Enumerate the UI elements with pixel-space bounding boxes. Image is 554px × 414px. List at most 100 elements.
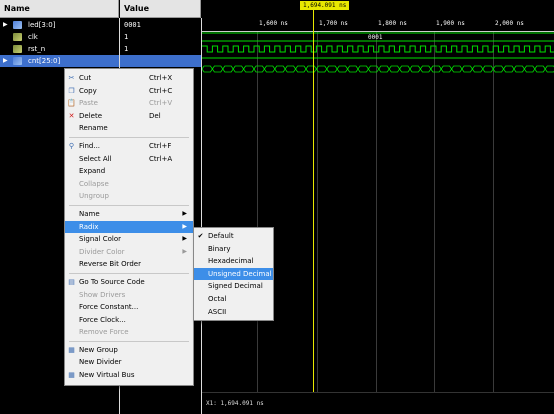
radix-item-label: ASCII xyxy=(208,307,227,316)
source-code-icon: ▤ xyxy=(68,277,75,286)
signal-row-rst-n[interactable]: rst_n 1 xyxy=(0,43,201,55)
radix-item-binary[interactable]: Binary xyxy=(194,243,273,256)
menu-item-signal-color[interactable]: Signal Color ▶ xyxy=(65,233,193,246)
time-ruler[interactable]: 1,600 ns 1,700 ns 1,800 ns 1,900 ns 2,00… xyxy=(202,18,554,32)
cursor-time-label: 1,694.091 ns xyxy=(300,1,350,10)
led-wave-value: 0001 xyxy=(368,34,383,41)
clk-waveform xyxy=(202,45,554,53)
bit-signal-icon xyxy=(13,45,22,53)
signal-value: 1 xyxy=(124,33,129,41)
menu-item-shortcut: Ctrl+C xyxy=(149,86,173,95)
menu-item-paste[interactable]: 📋 Paste Ctrl+V xyxy=(65,97,193,110)
checkmark-icon: ✔ xyxy=(197,232,204,240)
radix-item-label: Hexadecimal xyxy=(208,257,254,266)
menu-item-label: Remove Force xyxy=(79,328,129,337)
menu-item-label: New Virtual Bus xyxy=(79,371,135,380)
menu-item-remove-force[interactable]: Remove Force xyxy=(65,326,193,339)
menu-item-select-all[interactable]: Select All Ctrl+A xyxy=(65,153,193,166)
menu-item-label: Expand xyxy=(79,167,106,176)
radix-item-label: Signed Decimal xyxy=(208,282,263,291)
radix-item-octal[interactable]: Octal xyxy=(194,293,273,306)
tick-label: 2,000 ns xyxy=(495,20,524,27)
radix-item-label: Default xyxy=(208,232,234,240)
name-column-header[interactable]: Name xyxy=(0,0,119,18)
radix-item-signed-decimal[interactable]: Signed Decimal xyxy=(194,280,273,293)
menu-item-rename[interactable]: Rename xyxy=(65,122,193,135)
menu-item-delete[interactable]: ✕ Delete Del xyxy=(65,110,193,123)
menu-item-label: Copy xyxy=(79,86,97,95)
menu-item-reverse-bit-order[interactable]: Reverse Bit Order xyxy=(65,258,193,271)
virtual-bus-icon: ▦ xyxy=(68,371,75,380)
menu-item-shortcut: Ctrl+A xyxy=(149,154,173,163)
menu-item-label: Delete xyxy=(79,111,102,120)
signal-row-cnt[interactable]: ▶ cnt[25:0] xyxy=(0,55,201,67)
menu-item-label: Radix xyxy=(79,222,99,231)
radix-item-default[interactable]: ✔ Default xyxy=(194,230,273,243)
menu-item-collapse[interactable]: Collapse xyxy=(65,178,193,191)
binoculars-icon: ⚲ xyxy=(68,141,75,150)
signal-value: 0001 xyxy=(124,21,141,29)
menu-item-new-group[interactable]: ▦ New Group xyxy=(65,344,193,357)
menu-item-label: Rename xyxy=(79,124,108,133)
submenu-arrow-icon: ▶ xyxy=(182,235,187,243)
tick-label: 1,600 ns xyxy=(259,20,288,27)
menu-item-cut[interactable]: ✂ Cut Ctrl+X xyxy=(65,72,193,85)
tick-label: 1,800 ns xyxy=(378,20,407,27)
menu-item-label: Collapse xyxy=(79,179,109,188)
menu-item-label: Go To Source Code xyxy=(79,277,145,286)
signal-name: led[3:0] xyxy=(28,21,56,29)
cnt-waveform xyxy=(202,65,554,73)
group-icon: ▦ xyxy=(68,345,75,354)
menu-item-shortcut: Del xyxy=(149,111,161,120)
menu-item-label: Force Clock... xyxy=(79,315,126,324)
menu-item-ungroup[interactable]: Ungroup xyxy=(65,190,193,203)
menu-item-new-virtual-bus[interactable]: ▦ New Virtual Bus xyxy=(65,369,193,382)
signal-row-led[interactable]: ▶ led[3:0] 0001 xyxy=(0,19,201,31)
menu-item-label: Force Constant... xyxy=(79,303,139,312)
menu-item-new-divider[interactable]: New Divider xyxy=(65,356,193,369)
value-header-label: Value xyxy=(124,4,150,13)
menu-item-divider-color[interactable]: Divider Color ▶ xyxy=(65,246,193,259)
menu-item-force-constant[interactable]: Force Constant... xyxy=(65,301,193,314)
menu-item-label: Find... xyxy=(79,141,101,150)
time-cursor[interactable] xyxy=(313,10,314,392)
submenu-arrow-icon: ▶ xyxy=(182,247,187,255)
menu-item-copy[interactable]: ❐ Copy Ctrl+C xyxy=(65,85,193,98)
radix-item-unsigned-decimal[interactable]: Unsigned Decimal xyxy=(194,267,273,281)
grid-line xyxy=(257,32,258,392)
radix-item-hexadecimal[interactable]: Hexadecimal xyxy=(194,255,273,268)
menu-item-expand[interactable]: Expand xyxy=(65,165,193,178)
menu-item-label: Ungroup xyxy=(79,192,109,201)
bus-signal-icon xyxy=(13,21,22,29)
radix-item-ascii[interactable]: ASCII xyxy=(194,306,273,319)
menu-item-shortcut: Ctrl+V xyxy=(149,99,173,108)
expand-arrow-icon[interactable]: ▶ xyxy=(3,55,8,67)
menu-item-force-clock[interactable]: Force Clock... xyxy=(65,314,193,327)
menu-item-shortcut: Ctrl+F xyxy=(149,141,172,150)
tick-label: 1,900 ns xyxy=(436,20,465,27)
grid-line xyxy=(493,32,494,392)
signal-row-clk[interactable]: clk 1 xyxy=(0,31,201,43)
radix-item-label: Unsigned Decimal xyxy=(208,269,272,278)
menu-item-label: Reverse Bit Order xyxy=(79,260,141,269)
name-header-label: Name xyxy=(4,4,30,13)
menu-item-label: New Divider xyxy=(79,358,122,367)
waveform-pane[interactable]: 1,694.091 ns 1,600 ns 1,700 ns 1,800 ns … xyxy=(202,0,554,414)
menu-separator xyxy=(69,272,189,274)
menu-item-label: Signal Color xyxy=(79,235,122,244)
menu-item-radix[interactable]: Radix ▶ xyxy=(65,220,193,234)
signal-name: rst_n xyxy=(28,45,46,53)
menu-item-show-drivers[interactable]: Show Drivers xyxy=(65,289,193,302)
radix-submenu: ✔ Default Binary Hexadecimal Unsigned Decima… xyxy=(193,227,274,322)
status-bar: X1: 1,694.091 ns xyxy=(202,392,554,414)
expand-arrow-icon[interactable]: ▶ xyxy=(3,19,8,31)
menu-item-name[interactable]: Name ▶ xyxy=(65,208,193,221)
submenu-arrow-icon: ▶ xyxy=(182,222,187,230)
value-column-header[interactable]: Value xyxy=(120,0,201,18)
grid-line xyxy=(376,32,377,392)
menu-item-go-to-source-code[interactable]: ▤ Go To Source Code xyxy=(65,276,193,289)
menu-item-find[interactable]: ⚲ Find... Ctrl+F xyxy=(65,140,193,153)
bus-signal-icon xyxy=(13,57,22,65)
scissors-icon: ✂ xyxy=(68,74,75,82)
delete-icon: ✕ xyxy=(68,111,75,120)
